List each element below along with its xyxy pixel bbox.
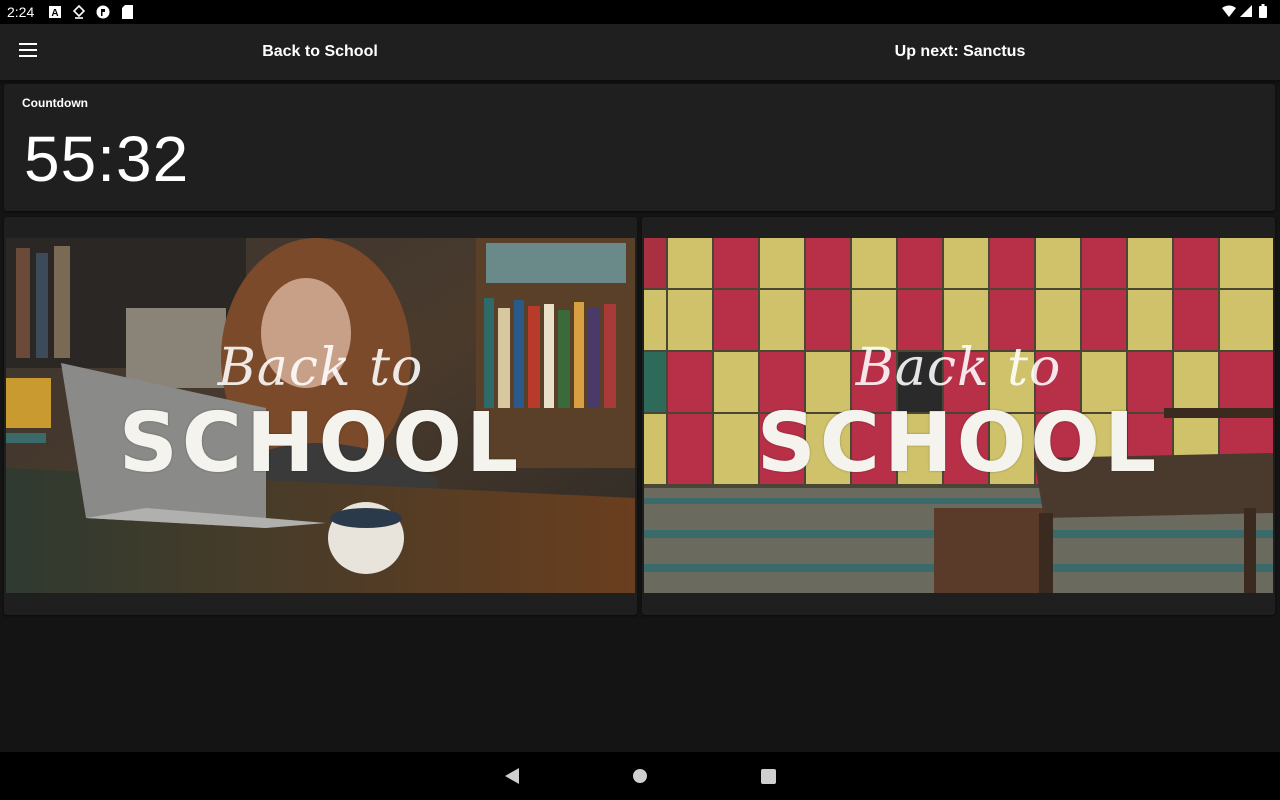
app-badge-icon [96, 5, 110, 19]
signal-icon [1239, 4, 1253, 18]
slide-script-text: Back to [217, 338, 424, 398]
wifi-icon [1222, 4, 1236, 18]
slide-main-text: SCHOOL [756, 396, 1161, 491]
text-a-icon: A [48, 5, 62, 19]
next-slide-image[interactable]: Back to SCHOOL [644, 238, 1273, 593]
notification-icons: A [48, 5, 134, 19]
status-time: 2:24 [7, 4, 35, 20]
system-icons [1222, 4, 1270, 18]
recents-square-icon[interactable] [758, 766, 778, 786]
current-slide-image[interactable]: Back to SCHOOL [6, 238, 635, 593]
menu-button[interactable] [8, 32, 48, 72]
status-bar: 2:24 A [0, 0, 1280, 24]
app-bar: Back to School Up next: Sanctus [0, 24, 1280, 80]
countdown-label: Countdown [22, 96, 88, 110]
back-triangle-icon[interactable] [502, 766, 522, 786]
download-icon [72, 5, 86, 19]
hamburger-menu-icon [18, 42, 38, 63]
current-slide-card: Back to SCHOOL [4, 217, 637, 615]
home-circle-icon[interactable] [630, 766, 650, 786]
slide-main-text: SCHOOL [118, 396, 523, 491]
system-nav-bar [0, 752, 1280, 800]
current-item-title: Back to School [262, 43, 378, 60]
countdown-timer: 55:32 [24, 123, 190, 195]
next-slide-card: Back to SCHOOL [642, 217, 1275, 615]
sd-card-icon [120, 5, 134, 19]
up-next-title: Up next: Sanctus [894, 43, 1026, 60]
slide-script-text: Back to [855, 338, 1062, 398]
battery-icon [1256, 4, 1270, 18]
svg-text:A: A [52, 8, 59, 18]
countdown-card: Countdown 55:32 [4, 84, 1275, 211]
